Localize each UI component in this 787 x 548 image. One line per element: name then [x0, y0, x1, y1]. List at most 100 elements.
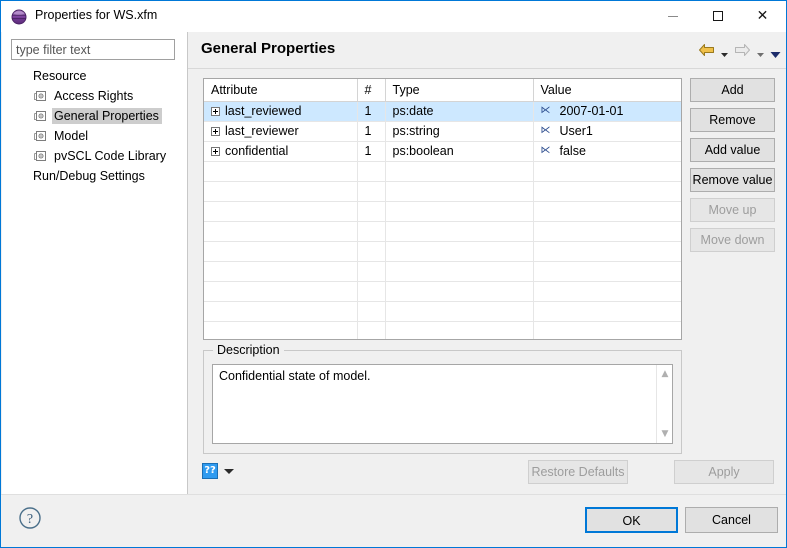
- expand-plus-icon[interactable]: [211, 146, 220, 156]
- add-button[interactable]: Add: [690, 78, 775, 102]
- help-question-icon[interactable]: ?: [18, 506, 42, 530]
- value-text: 2007-01-01: [559, 104, 624, 118]
- sidebar-item-label: Run/Debug Settings: [33, 169, 145, 183]
- table-empty-row[interactable]: [204, 261, 681, 282]
- property-page-icon: [33, 89, 47, 103]
- back-arrow-icon[interactable]: [698, 43, 715, 57]
- sidebar-item-access-rights[interactable]: Access Rights: [2, 86, 187, 106]
- sidebar-item-label: Access Rights: [54, 89, 134, 103]
- move-down-button: Move down: [690, 228, 775, 252]
- header-divider: [188, 68, 786, 69]
- help-badge-icon[interactable]: ??: [202, 463, 218, 479]
- table-empty-row[interactable]: [204, 221, 681, 242]
- column-header-count[interactable]: #: [357, 79, 386, 102]
- view-menu-icon[interactable]: [770, 46, 781, 58]
- page-title: General Properties: [201, 40, 336, 57]
- description-text: Confidential state of model.: [219, 369, 371, 383]
- add-value-button[interactable]: Add value: [690, 138, 775, 162]
- scroll-down-arrow-icon[interactable]: ▼: [657, 426, 673, 442]
- sidebar-item-label: Resource: [33, 69, 87, 83]
- column-header-attribute[interactable]: Attribute: [204, 79, 358, 102]
- column-header-type[interactable]: Type: [385, 79, 534, 102]
- remove-value-button[interactable]: Remove value: [690, 168, 775, 192]
- table-empty-row[interactable]: [204, 321, 681, 339]
- sidebar-item-label: pvSCL Code Library: [54, 149, 167, 163]
- cell-count: 1: [357, 141, 386, 162]
- sidebar-item-model[interactable]: Model: [2, 126, 187, 146]
- table-empty-row[interactable]: [204, 281, 681, 302]
- attribute-name: last_reviewer: [225, 124, 299, 138]
- attributes-table[interactable]: Attribute # Type Value last_reviewed 1 p…: [203, 78, 682, 340]
- table-empty-row[interactable]: [204, 181, 681, 202]
- expand-plus-icon[interactable]: [211, 126, 220, 136]
- column-header-value[interactable]: Value: [533, 79, 681, 102]
- restore-defaults-button: Restore Defaults: [528, 460, 628, 484]
- sidebar-item-run-debug-settings[interactable]: Run/Debug Settings: [2, 166, 187, 186]
- page-action-bar: ?? Restore Defaults Apply: [188, 460, 786, 494]
- sidebar-item-pvscl-code-library[interactable]: pvSCL Code Library: [2, 146, 187, 166]
- table-empty-row[interactable]: [204, 161, 681, 182]
- help-dropdown[interactable]: ??: [202, 463, 234, 479]
- back-dropdown-icon[interactable]: [720, 46, 729, 57]
- cell-type: ps:boolean: [385, 141, 534, 162]
- table-empty-row[interactable]: [204, 301, 681, 322]
- filter-input[interactable]: [11, 39, 175, 60]
- cell-type: ps:date: [385, 101, 534, 122]
- apply-button: Apply: [674, 460, 774, 484]
- title-bar: Properties for WS.xfm ✕: [1, 1, 786, 32]
- sidebar-panel: Resource Access Rights: [2, 32, 187, 494]
- ok-button[interactable]: OK: [585, 507, 678, 533]
- property-page-icon: [33, 129, 47, 143]
- description-textarea[interactable]: Confidential state of model. ▲ ▼: [212, 364, 673, 444]
- maximize-icon: [712, 11, 723, 21]
- cell-attribute: confidential: [204, 141, 358, 162]
- expand-plus-icon[interactable]: [211, 106, 220, 116]
- scroll-up-arrow-icon[interactable]: ▲: [657, 366, 673, 382]
- sidebar-item-resource[interactable]: Resource: [2, 66, 187, 86]
- window-title: Properties for WS.xfm: [35, 8, 158, 22]
- value-link-icon: ⋉: [540, 125, 551, 136]
- sidebar-item-general-properties[interactable]: General Properties: [2, 106, 187, 126]
- forward-arrow-icon: [734, 43, 751, 57]
- description-scrollbar[interactable]: ▲ ▼: [656, 365, 672, 443]
- table-action-buttons: Add Remove Add value Remove value Move u…: [690, 78, 775, 258]
- maximize-button[interactable]: [695, 1, 740, 31]
- table-body: last_reviewed 1 ps:date ⋉ 2007-01-01 las…: [204, 101, 681, 339]
- move-up-button: Move up: [690, 198, 775, 222]
- value-link-icon: ⋉: [540, 105, 551, 116]
- sidebar-item-label: General Properties: [52, 108, 162, 124]
- forward-dropdown-icon: [756, 46, 765, 57]
- cell-value: ⋉ 2007-01-01: [533, 101, 681, 122]
- value-text: false: [559, 144, 586, 158]
- settings-tree: Resource Access Rights General Propertie…: [2, 66, 187, 186]
- table-empty-row[interactable]: [204, 241, 681, 262]
- cancel-button[interactable]: Cancel: [685, 507, 778, 533]
- property-page-icon: [33, 149, 47, 163]
- description-group: Description Confidential state of model.…: [203, 343, 682, 454]
- property-page-icon: [33, 109, 47, 123]
- attribute-name: last_reviewed: [225, 104, 302, 118]
- table-empty-row[interactable]: [204, 201, 681, 222]
- table-row[interactable]: confidential 1 ps:boolean ⋉ false: [204, 141, 681, 162]
- navigation-toolbar: [698, 40, 781, 60]
- table-row[interactable]: last_reviewed 1 ps:date ⋉ 2007-01-01: [204, 101, 681, 122]
- value-link-icon: ⋉: [540, 145, 551, 156]
- minimize-icon: [667, 15, 678, 17]
- dialog-footer: ? OK Cancel: [1, 495, 786, 547]
- minimize-button[interactable]: [650, 1, 695, 31]
- table-header-row: Attribute # Type Value: [204, 79, 681, 102]
- remove-button[interactable]: Remove: [690, 108, 775, 132]
- cell-attribute: last_reviewer: [204, 121, 358, 142]
- cell-count: 1: [357, 121, 386, 142]
- close-button[interactable]: ✕: [740, 1, 785, 31]
- close-icon: ✕: [756, 8, 769, 24]
- attribute-name: confidential: [225, 144, 289, 158]
- cell-attribute: last_reviewed: [204, 101, 358, 122]
- value-text: User1: [559, 124, 593, 138]
- cell-value: ⋉ false: [533, 141, 681, 162]
- table-row[interactable]: last_reviewer 1 ps:string ⋉ User1: [204, 121, 681, 142]
- cell-value: ⋉ User1: [533, 121, 681, 142]
- dropdown-caret-icon[interactable]: [224, 468, 234, 474]
- description-legend: Description: [213, 343, 284, 357]
- content-panel: General Properties Attribute # Type Valu…: [188, 32, 786, 494]
